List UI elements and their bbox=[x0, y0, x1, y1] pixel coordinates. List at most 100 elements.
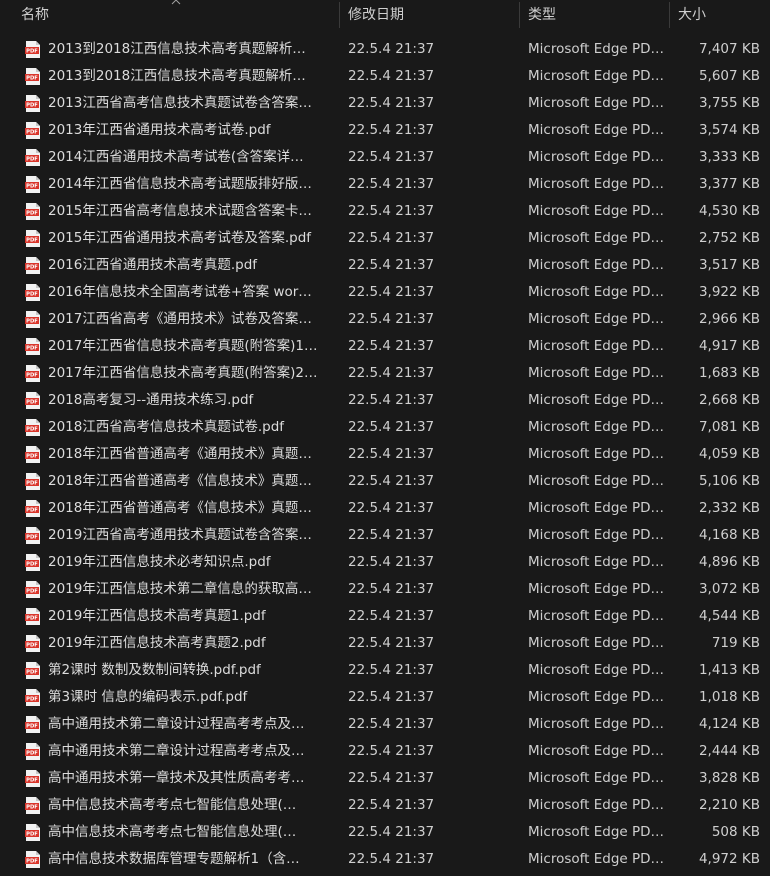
pdf-file-icon: PDF bbox=[25, 257, 41, 274]
file-size: 1,018 KB bbox=[698, 689, 760, 705]
file-row[interactable]: PDF 2019年江西信息技术高考真题1.pdf 22.5.4 21:37 Micro… bbox=[0, 603, 770, 630]
file-row[interactable]: PDF 第3课时 信息的编码表示.pdf.pdf 22.5.4 21:37 Micro… bbox=[0, 684, 770, 711]
pdf-file-icon: PDF bbox=[25, 203, 41, 220]
file-row[interactable]: PDF 2018年江西省普通高考《信息技术》真题… 22.5.4 21:37 Micr… bbox=[0, 468, 770, 495]
file-row[interactable]: PDF 2019年江西信息技术必考知识点.pdf 22.5.4 21:37 Micro… bbox=[0, 549, 770, 576]
svg-text:PDF: PDF bbox=[26, 589, 38, 595]
pdf-file-icon: PDF bbox=[25, 581, 41, 598]
file-row[interactable]: PDF 2014江西省通用技术高考试卷(含答案详… 22.5.4 21:37 Micr… bbox=[0, 144, 770, 171]
pdf-file-icon: PDF bbox=[25, 716, 41, 733]
file-row[interactable]: PDF 2019年江西信息技术高考真题2.pdf 22.5.4 21:37 Micro… bbox=[0, 630, 770, 657]
file-modified-date: 22.5.4 21:37 bbox=[348, 851, 435, 867]
pdf-file-icon: PDF bbox=[25, 770, 41, 787]
column-header-type[interactable]: 类型 bbox=[520, 0, 670, 30]
file-modified-date: 22.5.4 21:37 bbox=[348, 824, 435, 840]
file-name: 2014年江西省信息技术高考试题版排好版… bbox=[48, 176, 312, 192]
file-name: 2019年江西信息技术必考知识点.pdf bbox=[48, 554, 271, 570]
file-size: 4,896 KB bbox=[698, 554, 760, 570]
file-row[interactable]: PDF 2013到2018江西信息技术高考真题解析… 22.5.4 21:37 Mic… bbox=[0, 36, 770, 63]
file-row[interactable]: PDF 2015年江西省通用技术高考试卷及答案.pdf 22.5.4 21:37 Mi… bbox=[0, 225, 770, 252]
file-name: 第3课时 信息的编码表示.pdf.pdf bbox=[48, 689, 248, 705]
column-header-name[interactable]: 名称 bbox=[14, 0, 340, 30]
svg-text:PDF: PDF bbox=[26, 535, 38, 541]
file-modified-date: 22.5.4 21:37 bbox=[348, 176, 435, 192]
svg-text:PDF: PDF bbox=[26, 562, 38, 568]
file-row[interactable]: PDF 2016江西省通用技术高考真题.pdf 22.5.4 21:37 Micros… bbox=[0, 252, 770, 279]
file-type: Microsoft Edge PD… bbox=[528, 392, 665, 408]
svg-text:PDF: PDF bbox=[26, 184, 38, 190]
svg-text:PDF: PDF bbox=[26, 319, 38, 325]
file-modified-date: 22.5.4 21:37 bbox=[348, 41, 435, 57]
svg-text:PDF: PDF bbox=[26, 400, 38, 406]
file-row[interactable]: PDF 2018年江西省普通高考《信息技术》真题… 22.5.4 21:37 Micr… bbox=[0, 495, 770, 522]
file-size: 1,413 KB bbox=[698, 662, 760, 678]
svg-text:PDF: PDF bbox=[26, 265, 38, 271]
svg-text:PDF: PDF bbox=[26, 49, 38, 55]
file-row[interactable]: PDF 2013江西省高考信息技术真题试卷含答案… 22.5.4 21:37 Micr… bbox=[0, 90, 770, 117]
file-name: 高中通用技术第二章设计过程高考考点及… bbox=[48, 743, 305, 759]
svg-text:PDF: PDF bbox=[26, 427, 38, 433]
file-row[interactable]: PDF 2018高考复习--通用技术练习.pdf 22.5.4 21:37 Micro… bbox=[0, 387, 770, 414]
svg-text:PDF: PDF bbox=[26, 643, 38, 649]
pdf-file-icon: PDF bbox=[25, 365, 41, 382]
file-row[interactable]: PDF 第2课时 数制及数制间转换.pdf.pdf 22.5.4 21:37 Micr… bbox=[0, 657, 770, 684]
file-row[interactable]: PDF 2018年江西省普通高考《通用技术》真题… 22.5.4 21:37 Micr… bbox=[0, 441, 770, 468]
pdf-file-icon: PDF bbox=[25, 662, 41, 679]
file-row[interactable]: PDF 高中通用技术第二章设计过程高考考点及… 22.5.4 21:37 Micros… bbox=[0, 738, 770, 765]
svg-text:PDF: PDF bbox=[26, 103, 38, 109]
file-name: 2014江西省通用技术高考试卷(含答案详… bbox=[48, 149, 304, 165]
file-type: Microsoft Edge PD… bbox=[528, 95, 665, 111]
file-type: Microsoft Edge PD… bbox=[528, 527, 665, 543]
file-modified-date: 22.5.4 21:37 bbox=[348, 527, 435, 543]
svg-text:PDF: PDF bbox=[26, 670, 38, 676]
pdf-file-icon: PDF bbox=[25, 176, 41, 193]
pdf-file-icon: PDF bbox=[25, 311, 41, 328]
svg-text:PDF: PDF bbox=[26, 724, 38, 730]
file-row[interactable]: PDF 2015年江西省高考信息技术试题含答案卡… 22.5.4 21:37 Micr… bbox=[0, 198, 770, 225]
file-size: 3,072 KB bbox=[698, 581, 760, 597]
file-name: 2018高考复习--通用技术练习.pdf bbox=[48, 392, 254, 408]
file-row[interactable]: PDF 2013到2018江西信息技术高考真题解析… 22.5.4 21:37 Mic… bbox=[0, 63, 770, 90]
file-type: Microsoft Edge PD… bbox=[528, 473, 665, 489]
svg-text:PDF: PDF bbox=[26, 76, 38, 82]
file-row[interactable]: PDF 高中信息技术数据库管理专题解析1（含… 22.5.4 21:37 Micros… bbox=[0, 846, 770, 873]
svg-text:PDF: PDF bbox=[26, 373, 38, 379]
file-row[interactable]: PDF 2018江西省高考信息技术真题试卷.pdf 22.5.4 21:37 Micr… bbox=[0, 414, 770, 441]
file-row[interactable]: PDF 高中信息技术高考考点七智能信息处理(… 22.5.4 21:37 Micros… bbox=[0, 819, 770, 846]
file-name: 2017江西省高考《通用技术》试卷及答案… bbox=[48, 311, 312, 327]
file-row[interactable]: PDF 2019年江西信息技术第二章信息的获取高… 22.5.4 21:37 Micr… bbox=[0, 576, 770, 603]
file-size: 7,407 KB bbox=[698, 41, 760, 57]
pdf-file-icon: PDF bbox=[25, 230, 41, 247]
file-name: 高中信息技术高考考点七智能信息处理(… bbox=[48, 797, 297, 813]
file-name: 2019江西省高考通用技术真题试卷含答案… bbox=[48, 527, 312, 543]
pdf-file-icon: PDF bbox=[25, 122, 41, 139]
file-row[interactable]: PDF 2017年江西省信息技术高考真题(附答案)2… 22.5.4 21:37 Mi… bbox=[0, 360, 770, 387]
file-row[interactable]: PDF 2014年江西省信息技术高考试题版排好版… 22.5.4 21:37 Micr… bbox=[0, 171, 770, 198]
file-size: 4,059 KB bbox=[698, 446, 760, 462]
file-row[interactable]: PDF 高中通用技术第二章设计过程高考考点及… 22.5.4 21:37 Micros… bbox=[0, 711, 770, 738]
file-type: Microsoft Edge PD… bbox=[528, 689, 665, 705]
file-row[interactable]: PDF 高中信息技术高考考点七智能信息处理(… 22.5.4 21:37 Micros… bbox=[0, 792, 770, 819]
column-header-size[interactable]: 大小 bbox=[670, 0, 770, 30]
file-modified-date: 22.5.4 21:37 bbox=[348, 581, 435, 597]
svg-text:PDF: PDF bbox=[26, 346, 38, 352]
file-size: 508 KB bbox=[711, 824, 760, 840]
svg-text:PDF: PDF bbox=[26, 616, 38, 622]
column-header-date[interactable]: 修改日期 bbox=[340, 0, 520, 30]
pdf-file-icon: PDF bbox=[25, 149, 41, 166]
column-header-size-label: 大小 bbox=[678, 7, 706, 23]
pdf-file-icon: PDF bbox=[25, 284, 41, 301]
file-row[interactable]: PDF 高中通用技术第一章技术及其性质高考考… 22.5.4 21:37 Micros… bbox=[0, 765, 770, 792]
file-row[interactable]: PDF 2017江西省高考《通用技术》试卷及答案… 22.5.4 21:37 Micr… bbox=[0, 306, 770, 333]
file-type: Microsoft Edge PD… bbox=[528, 338, 665, 354]
svg-text:PDF: PDF bbox=[26, 157, 38, 163]
file-modified-date: 22.5.4 21:37 bbox=[348, 716, 435, 732]
file-row[interactable]: PDF 2016年信息技术全国高考试卷+答案 wor… 22.5.4 21:37 Mi… bbox=[0, 279, 770, 306]
file-name: 2019年江西信息技术高考真题2.pdf bbox=[48, 635, 266, 651]
file-row[interactable]: PDF 2013年江西省通用技术高考试卷.pdf 22.5.4 21:37 Micro… bbox=[0, 117, 770, 144]
file-row[interactable]: PDF 2019江西省高考通用技术真题试卷含答案… 22.5.4 21:37 Micr… bbox=[0, 522, 770, 549]
file-type: Microsoft Edge PD… bbox=[528, 554, 665, 570]
file-size: 3,755 KB bbox=[698, 95, 760, 111]
file-row[interactable]: PDF 2017年江西省信息技术高考真题(附答案)1… 22.5.4 21:37 Mi… bbox=[0, 333, 770, 360]
pdf-file-icon: PDF bbox=[25, 41, 41, 58]
